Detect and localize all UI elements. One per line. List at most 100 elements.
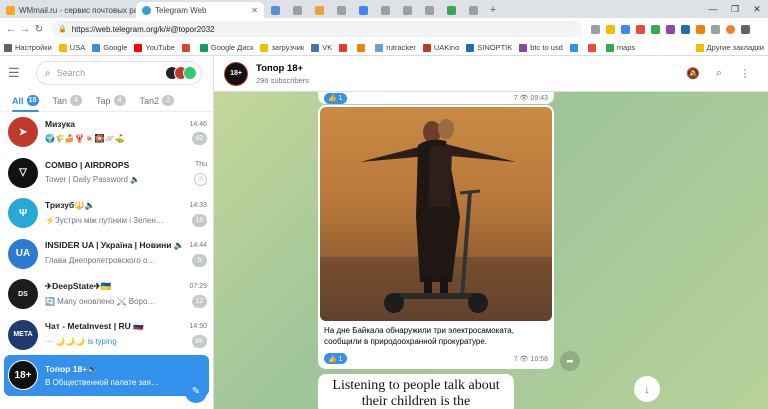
- bookmark-item[interactable]: [357, 43, 368, 52]
- chat-item-mizuka[interactable]: ➤ Мизука 14:46 🌍🌾🍰🦞🍬🎇🪐⛳ 42: [0, 112, 213, 153]
- bookmark-item[interactable]: загрузчик: [260, 43, 304, 52]
- extension-icon[interactable]: [651, 24, 660, 34]
- wmmail-icon: [6, 5, 15, 15]
- browser-tab-wmmail[interactable]: WMmail.ru - сервис почтовых ра ✕: [0, 2, 136, 18]
- browser-tab-mini[interactable]: [330, 2, 352, 18]
- post-photo-art: [320, 119, 552, 321]
- telegram-icon: [142, 5, 151, 15]
- address-bar-row: ← → ↻ 🔒 https://web.telegram.org/k/#@top…: [0, 18, 768, 40]
- chat-item-deepstate[interactable]: DS ✈DeepState✈🇺🇦 07:29 🔄 Мапу оновлено ⚔️…: [0, 274, 213, 315]
- folder-tab-all[interactable]: All 15: [12, 90, 39, 112]
- browser-tab-mini[interactable]: [286, 2, 308, 18]
- bookmark-label: USA: [69, 43, 86, 52]
- browser-tab-mini[interactable]: [462, 2, 484, 18]
- chat-preview: Tower | Daily Password 🔈: [45, 174, 141, 184]
- share-icon[interactable]: [591, 24, 600, 34]
- bookmark-item[interactable]: SINOPTIK: [466, 43, 512, 52]
- chat-item-tryzub[interactable]: Ψ Тризуб🔱🔈 14:33 ⚡Зустріч між путіним і З…: [0, 193, 213, 234]
- scroll-down-arrow-icon[interactable]: ↓: [634, 376, 660, 402]
- other-bookmarks[interactable]: Другие закладки: [695, 43, 764, 52]
- share-forward-icon[interactable]: ➦: [560, 351, 580, 371]
- star-icon[interactable]: [606, 24, 615, 34]
- bookmark-item[interactable]: VK: [311, 43, 332, 52]
- post-views: 7 👁 10:58: [513, 355, 548, 363]
- profile-avatar-icon[interactable]: [726, 24, 735, 34]
- browser-tab-telegram[interactable]: Telegram Web ✕: [136, 2, 264, 18]
- bookmark-item[interactable]: maps: [605, 43, 636, 52]
- browser-tab-mini[interactable]: [440, 2, 462, 18]
- ukraine-map-icon: UA: [8, 238, 38, 269]
- chat-name: Топор 18+🔈: [45, 363, 98, 374]
- compose-pencil-icon[interactable]: ✎: [185, 381, 207, 403]
- bookmark-item[interactable]: [181, 43, 193, 52]
- channel-header[interactable]: 18+ Топор 18+ 296 subscribers 🔕 ⌕ ⋮: [214, 56, 768, 92]
- bookmark-item[interactable]: USA: [58, 43, 86, 52]
- search-icon[interactable]: ⌕: [706, 67, 732, 80]
- google-icon: [92, 43, 101, 52]
- bookmark-item[interactable]: [569, 43, 581, 52]
- bookmark-item[interactable]: Настройки: [4, 43, 52, 52]
- bookmark-item[interactable]: [587, 43, 599, 52]
- ton-icon: ▽: [8, 157, 38, 188]
- search-input[interactable]: ⌕ Search: [36, 61, 202, 85]
- hamburger-menu-icon[interactable]: ☰: [8, 65, 28, 81]
- extension-icon[interactable]: [636, 24, 645, 34]
- close-window-icon[interactable]: ✕: [746, 0, 768, 18]
- reload-icon[interactable]: ↻: [32, 24, 46, 35]
- url-input[interactable]: 🔒 https://web.telegram.org/k/#@topor2032: [52, 21, 582, 37]
- extension-icons: [588, 24, 753, 34]
- rutracker-icon: [375, 43, 384, 52]
- folder-tab-tap[interactable]: Tap 4: [96, 90, 126, 112]
- folder-tab-tan2[interactable]: Tan2 2: [140, 90, 175, 112]
- puzzle-icon[interactable]: [711, 24, 720, 34]
- folder-tab-label: Tan2: [139, 95, 160, 106]
- chat-sidebar: ☰ ⌕ Search All 15 Tan 4 Tap 4 Tan2 2 ➤ Мизук…: [0, 56, 214, 409]
- chat-time: 14:33: [189, 201, 207, 209]
- browser-tab-mini[interactable]: [352, 2, 374, 18]
- chat-time: 14:44: [189, 242, 207, 250]
- new-tab-button[interactable]: +: [484, 2, 502, 18]
- chat-item-combo[interactable]: ▽ COMBO | AIRDROPS Thu Tower | Daily Pass…: [0, 153, 213, 194]
- kebab-menu-icon[interactable]: [741, 24, 750, 34]
- chat-preview: Глава Днепропетровского о…: [45, 256, 156, 266]
- extension-icon[interactable]: [621, 24, 630, 34]
- extension-icon[interactable]: [666, 24, 675, 34]
- browser-tab-mini[interactable]: [418, 2, 440, 18]
- chat-item-insider-ua[interactable]: UA INSIDER UA | Україна | Новини 🔈 14:44 …: [0, 234, 213, 275]
- mute-bell-icon[interactable]: 🔕: [680, 67, 706, 80]
- extension-icon[interactable]: [681, 24, 690, 34]
- bookmark-item[interactable]: Google Диск: [199, 43, 253, 52]
- chat-name: INSIDER UA | Україна | Новини 🔈: [45, 240, 185, 251]
- forward-icon[interactable]: →: [18, 24, 32, 35]
- maximize-icon[interactable]: ❐: [724, 0, 746, 18]
- bookmark-item[interactable]: YouTube: [134, 43, 175, 52]
- browser-tab-mini[interactable]: [308, 2, 330, 18]
- channel-view: 18+ Топор 18+ 296 subscribers 🔕 ⌕ ⋮ 👍 1 …: [214, 56, 768, 409]
- bookmark-item[interactable]: btc to usd: [519, 43, 563, 52]
- post-photo[interactable]: [320, 107, 552, 321]
- browser-tab-mini[interactable]: [396, 2, 418, 18]
- folder-tab-tan[interactable]: Tan 4: [53, 90, 83, 112]
- channel-avatar[interactable]: 18+: [224, 61, 248, 86]
- folder-tab-label: All: [12, 95, 24, 106]
- youtube-icon: [134, 43, 143, 52]
- extension-icon[interactable]: [696, 24, 705, 34]
- back-icon[interactable]: ←: [4, 24, 18, 35]
- bookmark-item[interactable]: Google: [92, 43, 127, 52]
- bookmark-label: maps: [616, 43, 636, 52]
- bookmark-item[interactable]: [339, 43, 350, 52]
- bookmark-item[interactable]: rutracker: [375, 43, 416, 52]
- close-icon[interactable]: ✕: [247, 6, 258, 15]
- reaction-chip[interactable]: 👍 1: [324, 353, 347, 364]
- reaction-chip[interactable]: 👍 1: [324, 92, 347, 104]
- browser-tab-mini[interactable]: [374, 2, 396, 18]
- chat-item-topor-selected[interactable]: 18+ Топор 18+🔈 В Общественной палате зая…: [4, 355, 209, 396]
- bookmark-item[interactable]: UAKino: [422, 43, 459, 52]
- stories-avatars[interactable]: [165, 66, 197, 80]
- browser-tab-mini[interactable]: [264, 2, 286, 18]
- bookmark-label: Настройки: [15, 43, 52, 52]
- chat-item-metainvest[interactable]: META Чат - MetaInvest | RU 🇷🇺 14:50 ··· 🌙…: [0, 315, 213, 356]
- more-vertical-icon[interactable]: ⋮: [732, 67, 758, 80]
- minimize-icon[interactable]: —: [702, 0, 724, 18]
- bookmark-label: Google: [103, 43, 128, 52]
